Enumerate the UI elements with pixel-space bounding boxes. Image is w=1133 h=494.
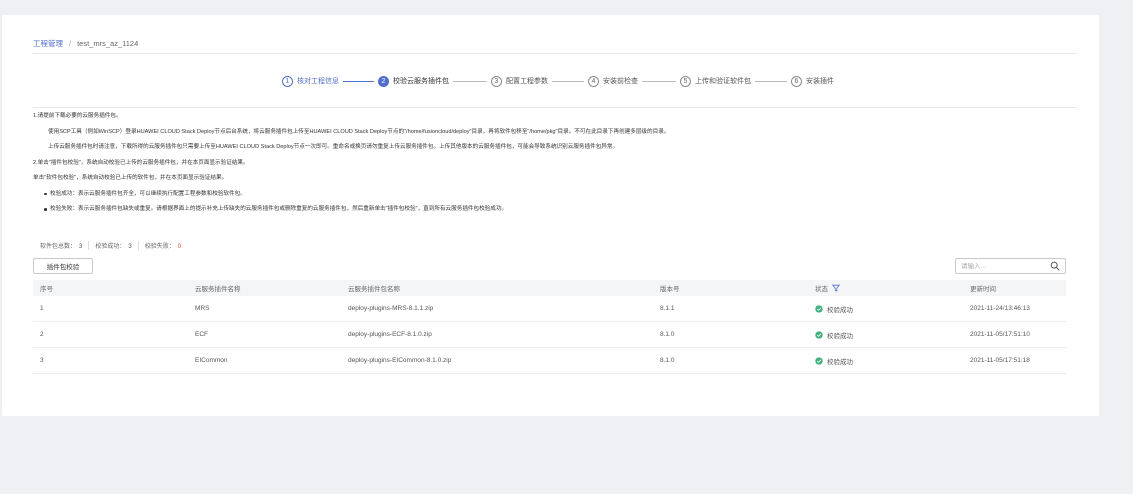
cell-no: 1 xyxy=(40,305,44,312)
status-text: 校验成功 xyxy=(827,332,853,340)
table-header: 序号 云服务插件名称 云服务插件包名称 版本号 状态 更新时间 xyxy=(33,280,1066,296)
status-text: 校验成功 xyxy=(827,306,853,314)
cell-status: 校验成功 xyxy=(815,304,970,314)
verify-plugins-button[interactable]: 插件包校验 xyxy=(33,258,93,274)
cell-update-time: 2021-11-24/13:46:13 xyxy=(970,305,1030,312)
breadcrumb-root-link[interactable]: 工程管理 xyxy=(33,38,63,49)
table-row[interactable]: 3 EICommon deploy-plugins-EICommon-8.1.0… xyxy=(33,348,1066,374)
step-connector xyxy=(453,80,487,82)
header-update-time: 更新时间 xyxy=(970,286,996,293)
instruction-line: 1.请提前下载必要的云服务插件包。 xyxy=(33,113,122,119)
step-1-label: 核对工程信息 xyxy=(297,78,339,85)
breadcrumb: 工程管理 / test_mrs_az_1124 xyxy=(33,38,138,49)
stat-total-label: 软件包总数： xyxy=(40,244,77,250)
stat-failed-value: 0 xyxy=(177,244,182,250)
header-status-label: 状态 xyxy=(815,286,828,293)
cell-version: 8.1.0 xyxy=(660,357,675,364)
step-6-number: 6 xyxy=(791,75,802,87)
cell-plugin-name: MRS xyxy=(195,305,210,312)
instruction-line: 单击"软件包校验"，系统自动校验已上传的软件包，并在本页面显示验证结果。 xyxy=(33,175,228,181)
instruction-line: 2.单击"插件包校验"，系统自动校验已上传的云服务插件包，并在本页面显示验证结果… xyxy=(33,159,249,166)
table-row[interactable]: 2 ECF deploy-plugins-ECF-8.1.0.zip 8.1.0… xyxy=(33,322,1066,348)
step-6-label: 安装插件 xyxy=(806,78,834,85)
stat-total: 软件包总数： 3 xyxy=(40,241,90,250)
stat-success-value: 3 xyxy=(128,244,132,250)
step-5-label: 上传和验证软件包 xyxy=(695,78,751,85)
header-plugin-name: 云服务插件名称 xyxy=(195,286,241,293)
cell-update-time: 2021-11-05/17:51:18 xyxy=(970,357,1030,364)
search-input[interactable] xyxy=(961,262,1050,270)
search-box xyxy=(955,258,1066,274)
breadcrumb-divider xyxy=(33,53,1076,54)
step-3-number: 3 xyxy=(491,75,502,87)
step-2-label: 校验云服务插件包 xyxy=(393,78,449,85)
step-5-number: 5 xyxy=(680,75,691,87)
stat-success-label: 校验成功： xyxy=(95,244,126,250)
instruction-bullet: 校验失败：表示云服务插件包缺失或重复。请根据界面上的提示补充上传缺失的云服务插件… xyxy=(33,205,1083,213)
cell-no: 2 xyxy=(40,331,44,338)
header-version: 版本号 xyxy=(660,286,680,293)
step-1[interactable]: 1 核对工程信息 xyxy=(282,75,339,87)
step-2[interactable]: 2 校验云服务插件包 xyxy=(378,75,449,87)
cell-package-name: deploy-plugins-EICommon-8.1.0.zip xyxy=(348,357,452,364)
step-5[interactable]: 5 上传和验证软件包 xyxy=(680,75,751,87)
step-4[interactable]: 4 安装前检查 xyxy=(588,75,638,87)
check-circle-icon xyxy=(815,330,823,339)
step-1-number: 1 xyxy=(282,75,293,87)
wizard-steps: 1 核对工程信息 2 校验云服务插件包 3 配置工程参数 4 安装前检查 5 上… xyxy=(282,74,834,88)
cell-plugin-name: EICommon xyxy=(195,357,228,364)
cell-update-time: 2021-11-05/17:51:10 xyxy=(970,331,1030,338)
breadcrumb-current: test_mrs_az_1124 xyxy=(77,39,139,48)
step-connector xyxy=(343,80,374,82)
steps-divider xyxy=(33,107,1076,108)
cell-version: 8.1.0 xyxy=(660,331,675,338)
cell-status: 校验成功 xyxy=(815,356,970,366)
header-status: 状态 xyxy=(815,283,970,293)
search-icon[interactable] xyxy=(1050,261,1060,271)
stat-success: 校验成功： 3 xyxy=(89,241,139,250)
step-3-label: 配置工程参数 xyxy=(506,78,548,85)
step-4-label: 安装前检查 xyxy=(603,78,638,85)
cell-status: 校验成功 xyxy=(815,330,970,340)
instruction-line: 上传云服务插件包时请注意，下载所得的云服务插件包只需要上传至HUAWEI CLO… xyxy=(48,144,619,150)
step-6[interactable]: 6 安装插件 xyxy=(791,75,834,87)
header-no: 序号 xyxy=(40,286,53,293)
breadcrumb-separator: / xyxy=(69,39,72,48)
cell-package-name: deploy-plugins-MRS-8.1.1.zip xyxy=(348,305,434,312)
filter-icon[interactable] xyxy=(832,284,840,292)
table-row[interactable]: 1 MRS deploy-plugins-MRS-8.1.1.zip 8.1.1… xyxy=(33,296,1066,322)
stat-failed: 校验失败： 0 xyxy=(139,241,187,250)
stat-failed-label: 校验失败： xyxy=(144,244,175,250)
cell-plugin-name: ECF xyxy=(195,331,208,338)
step-connector xyxy=(552,80,584,82)
instruction-line: 使用SCP工具（例如WinSCP）登录HUAWEI CLOUD Stack De… xyxy=(48,128,670,135)
stat-total-value: 3 xyxy=(79,244,83,250)
cell-version: 8.1.1 xyxy=(660,305,675,312)
step-2-number: 2 xyxy=(378,75,389,87)
cell-no: 3 xyxy=(40,357,44,364)
header-package-name: 云服务插件包名称 xyxy=(348,286,400,293)
cell-package-name: deploy-plugins-ECF-8.1.0.zip xyxy=(348,331,432,338)
instruction-bullet: 校验成功：表示云服务插件包齐全，可以继续执行配置工程参数和校验软件包。 xyxy=(33,190,1083,198)
check-circle-icon xyxy=(815,304,823,313)
plugins-table: 序号 云服务插件名称 云服务插件包名称 版本号 状态 更新时间 1 MRS de… xyxy=(33,280,1066,374)
check-circle-icon xyxy=(815,356,823,365)
step-connector xyxy=(755,80,787,82)
step-connector xyxy=(642,80,676,82)
status-text: 校验成功 xyxy=(827,358,853,366)
verify-stats: 软件包总数： 3 校验成功： 3 校验失败： 0 xyxy=(40,241,187,250)
instructions: 1.请提前下载必要的云服务插件包。 使用SCP工具（例如WinSCP）登录HUA… xyxy=(33,112,1083,221)
step-4-number: 4 xyxy=(588,75,599,87)
step-3[interactable]: 3 配置工程参数 xyxy=(491,75,548,87)
